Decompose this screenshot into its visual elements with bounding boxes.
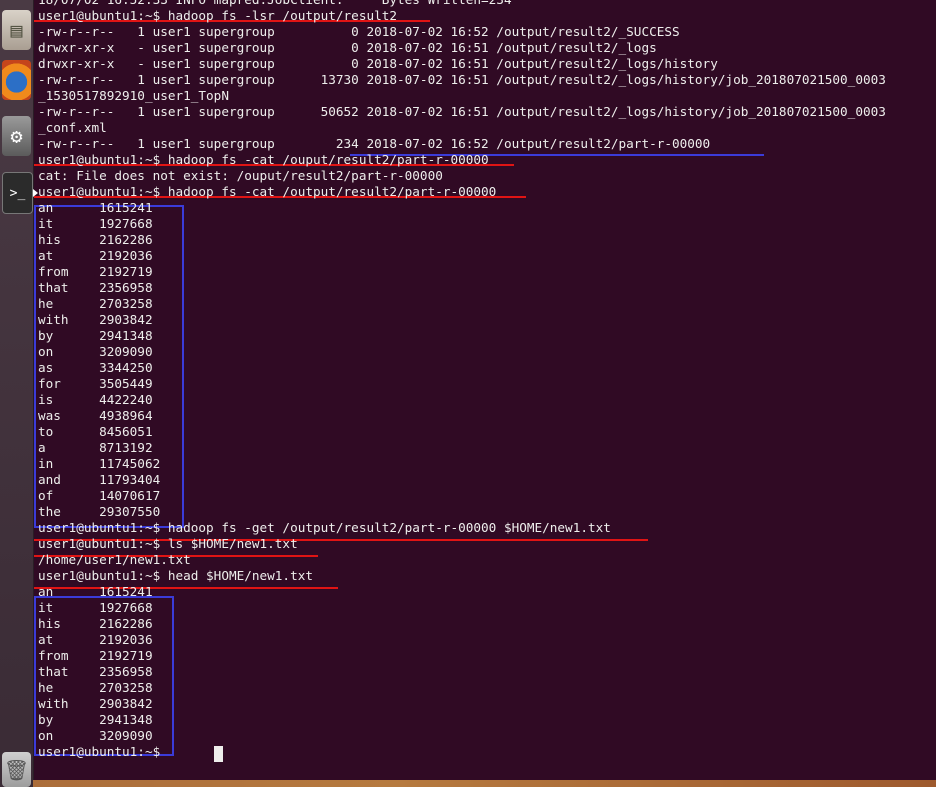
terminal-line: is 4422240 [38,392,153,407]
terminal-line: user1@ubuntu1:~$ hadoop fs -lsr /output/… [38,8,398,23]
terminal-line: -rw-r--r-- 1 user1 supergroup 234 2018-0… [38,136,711,151]
terminal-line: that 2356958 [38,280,153,295]
terminal-line: from 2192719 [38,264,153,279]
terminal-line: a 8713192 [38,440,153,455]
terminal-line: on 3209090 [38,728,153,743]
terminal-line: his 2162286 [38,616,153,631]
terminal-line: -rw-r--r-- 1 user1 supergroup 0 2018-07-… [38,24,680,39]
terminal-line: _conf.xml [38,120,107,135]
terminal-line: cat: File does not exist: /ouput/result2… [38,168,443,183]
terminal-line: from 2192719 [38,648,153,663]
terminal-prompt-line[interactable]: user1@ubuntu1:~$ [38,744,168,760]
files-icon[interactable]: ▤ [2,10,31,50]
terminal-line: he 2703258 [38,296,153,311]
settings-icon[interactable]: ⚙ [2,116,31,156]
terminal-line: was 4938964 [38,408,153,423]
terminal-line: 18/07/02 16:52:33 INFO mapred.JobClient:… [38,0,512,8]
terminal-line: to 8456051 [38,424,153,439]
terminal-line: /home/user1/new1.txt [38,552,191,567]
terminal-line: drwxr-xr-x - user1 supergroup 0 2018-07-… [38,40,657,55]
terminal-output[interactable]: 18/07/02 16:52:33 INFO mapred.JobClient:… [34,0,936,787]
terminal-line: in 11745062 [38,456,161,471]
terminal-line: by 2941348 [38,328,153,343]
unity-launcher: ▤ ⚙ >_ 🗑 [0,0,34,787]
terminal-line: with 2903842 [38,696,153,711]
text-cursor [214,746,223,762]
terminal-line: _1530517892910_user1_TopN [38,88,229,103]
terminal-line: at 2192036 [38,248,153,263]
window-bottom-edge [33,780,936,787]
terminal-line: -rw-r--r-- 1 user1 supergroup 13730 2018… [38,72,886,87]
terminal-line: an 1615241 [38,584,153,599]
terminal-line: his 2162286 [38,232,153,247]
trash-icon[interactable]: 🗑 [2,752,31,787]
terminal-line: user1@ubuntu1:~$ hadoop fs -cat /output/… [38,184,497,199]
terminal-line: drwxr-xr-x - user1 supergroup 0 2018-07-… [38,56,718,71]
terminal-line: user1@ubuntu1:~$ ls $HOME/new1.txt [38,536,298,551]
terminal-line: with 2903842 [38,312,153,327]
terminal-line: as 3344250 [38,360,153,375]
terminal-line: -rw-r--r-- 1 user1 supergroup 50652 2018… [38,104,886,119]
terminal-line: he 2703258 [38,680,153,695]
terminal-line: user1@ubuntu1:~$ hadoop fs -cat /ouput/r… [38,152,489,167]
terminal-line: for 3505449 [38,376,153,391]
terminal-line: of 14070617 [38,488,161,503]
terminal-line: it 1927668 [38,216,153,231]
terminal-line: that 2356958 [38,664,153,679]
terminal-line: the 29307550 [38,504,161,519]
terminal-line: and 11793404 [38,472,161,487]
terminal-icon[interactable]: >_ [2,172,33,214]
terminal-line: at 2192036 [38,632,153,647]
terminal-line: an 1615241 [38,200,153,215]
terminal-line: user1@ubuntu1:~$ hadoop fs -get /output/… [38,520,611,535]
terminal-line: by 2941348 [38,712,153,727]
terminal-line: on 3209090 [38,344,153,359]
terminal-line: user1@ubuntu1:~$ head $HOME/new1.txt [38,568,313,583]
terminal-line: it 1927668 [38,600,153,615]
firefox-icon[interactable] [2,60,31,100]
